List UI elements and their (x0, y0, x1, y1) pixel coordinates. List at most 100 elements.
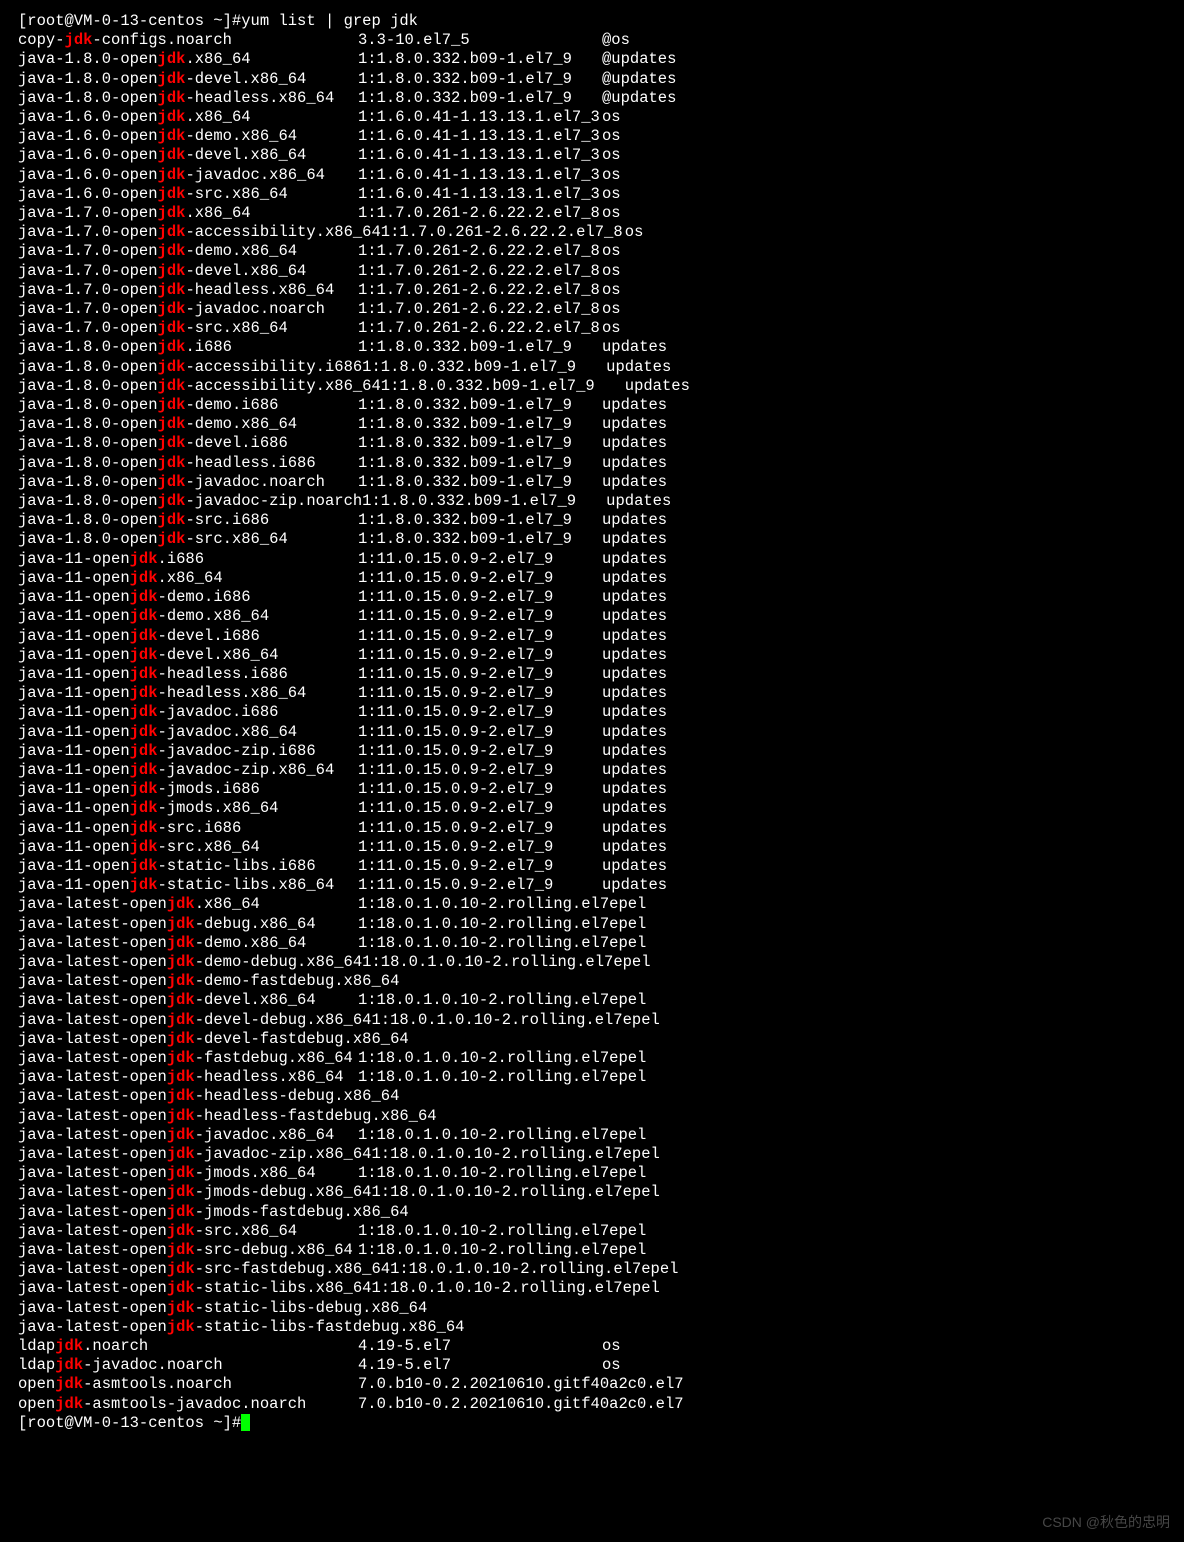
grep-highlight: jdk (167, 1087, 195, 1106)
package-repo: updates (602, 434, 667, 453)
package-version: 1:11.0.15.0.9-2.el7_9 (358, 876, 602, 895)
package-repo: epel (609, 991, 646, 1010)
package-repo: updates (602, 876, 667, 895)
package-version: 1:11.0.15.0.9-2.el7_9 (358, 703, 602, 722)
package-repo: updates (606, 358, 671, 377)
grep-highlight: jdk (55, 1337, 83, 1356)
package-name: java-1.6.0-openjdk-demo.x86_64 (18, 127, 358, 146)
package-name: java-latest-openjdk-headless.x86_64 (18, 1068, 358, 1087)
package-row: java-latest-openjdk-devel-debug.x86_641:… (18, 1011, 1166, 1030)
package-row: java-1.8.0-openjdk-accessibility.i6861:1… (18, 358, 1166, 377)
package-repo: os (602, 300, 621, 319)
grep-highlight: jdk (158, 185, 186, 204)
package-name: java-11-openjdk.i686 (18, 550, 358, 569)
package-name: java-1.6.0-openjdk-devel.x86_64 (18, 146, 358, 165)
package-version: 1:11.0.15.0.9-2.el7_9 (358, 627, 602, 646)
package-repo: updates (602, 780, 667, 799)
package-repo: updates (602, 338, 667, 357)
package-row: java-11-openjdk-static-libs.x86_641:11.0… (18, 876, 1166, 895)
command-text: yum list | grep jdk (241, 12, 418, 31)
package-repo: epel (609, 895, 646, 914)
package-version: 1:1.8.0.332.b09-1.el7_9 (358, 434, 602, 453)
grep-highlight: jdk (130, 819, 158, 838)
package-name: java-11-openjdk-javadoc.x86_64 (18, 723, 358, 742)
grep-highlight: jdk (130, 550, 158, 569)
package-name: java-1.8.0-openjdk-accessibility.i686 (18, 358, 362, 377)
package-version: 1:11.0.15.0.9-2.el7_9 (358, 742, 602, 761)
package-repo: updates (602, 607, 667, 626)
grep-highlight: jdk (167, 1279, 195, 1298)
grep-highlight: jdk (158, 530, 186, 549)
grep-highlight: jdk (130, 627, 158, 646)
package-name: java-11-openjdk-src.i686 (18, 819, 358, 838)
package-name: java-11-openjdk-headless.x86_64 (18, 684, 358, 703)
package-repo: updates (602, 838, 667, 857)
package-row: java-11-openjdk-src.i6861:11.0.15.0.9-2.… (18, 819, 1166, 838)
grep-highlight: jdk (158, 242, 186, 261)
package-version: 1:18.0.1.0.10-2.rolling.el7 (358, 1241, 609, 1260)
package-repo: updates (602, 761, 667, 780)
package-row: java-1.7.0-openjdk-devel.x86_641:1.7.0.2… (18, 262, 1166, 281)
package-row: java-latest-openjdk-static-libs.x86_641:… (18, 1279, 1166, 1298)
package-row: java-1.7.0-openjdk-demo.x86_641:1.7.0.26… (18, 242, 1166, 261)
package-version: 1:18.0.1.0.10-2.rolling.el7 (371, 1145, 622, 1164)
package-repo: os (602, 281, 621, 300)
package-repo: os (625, 223, 644, 242)
grep-highlight: jdk (158, 396, 186, 415)
package-name: java-latest-openjdk-debug.x86_64 (18, 915, 358, 934)
package-name: java-latest-openjdk-devel-debug.x86_64 (18, 1011, 371, 1030)
package-version: 1:18.0.1.0.10-2.rolling.el7 (362, 953, 613, 972)
package-row: java-11-openjdk-javadoc.x86_641:11.0.15.… (18, 723, 1166, 742)
grep-highlight: jdk (130, 876, 158, 895)
package-row: ldapjdk-javadoc.noarch4.19-5.el7os (18, 1356, 1166, 1375)
package-row: java-11-openjdk-javadoc-zip.i6861:11.0.1… (18, 742, 1166, 761)
package-row: java-1.8.0-openjdk-devel.i6861:1.8.0.332… (18, 434, 1166, 453)
package-repo: epel (613, 953, 650, 972)
package-name: java-1.8.0-openjdk-src.x86_64 (18, 530, 358, 549)
package-version: 1:11.0.15.0.9-2.el7_9 (358, 799, 602, 818)
package-version: 4.19-5.el7 (358, 1337, 602, 1356)
package-name: java-1.6.0-openjdk-javadoc.x86_64 (18, 166, 358, 185)
package-row: java-latest-openjdk-demo-debug.x86_641:1… (18, 953, 1166, 972)
grep-highlight: jdk (158, 434, 186, 453)
command-line[interactable]: [root@VM-0-13-centos ~]# (18, 1414, 1166, 1433)
package-name: java-11-openjdk-javadoc.i686 (18, 703, 358, 722)
package-repo: @os (602, 31, 630, 50)
grep-highlight: jdk (130, 780, 158, 799)
grep-highlight: jdk (130, 665, 158, 684)
package-version: 1:1.8.0.332.b09-1.el7_9 (358, 473, 602, 492)
package-version: 1:11.0.15.0.9-2.el7_9 (358, 588, 602, 607)
package-repo: os (602, 1356, 621, 1375)
package-repo: updates (602, 857, 667, 876)
package-row: java-1.8.0-openjdk-accessibility.x86_641… (18, 377, 1166, 396)
grep-highlight: jdk (130, 684, 158, 703)
grep-highlight: jdk (158, 108, 186, 127)
grep-highlight: jdk (167, 1068, 195, 1087)
package-name: java-11-openjdk-jmods.x86_64 (18, 799, 358, 818)
grep-highlight: jdk (130, 607, 158, 626)
package-row: java-11-openjdk-javadoc-zip.x86_641:11.0… (18, 761, 1166, 780)
grep-highlight: jdk (158, 454, 186, 473)
package-name: java-latest-openjdk-devel.x86_64 (18, 991, 358, 1010)
command-line: [root@VM-0-13-centos ~]# yum list | grep… (18, 12, 1166, 31)
grep-highlight: jdk (167, 1260, 195, 1279)
package-name: java-1.8.0-openjdk-demo.x86_64 (18, 415, 358, 434)
grep-highlight: jdk (130, 761, 158, 780)
package-repo: os (602, 204, 621, 223)
package-row: java-1.7.0-openjdk-javadoc.noarch1:1.7.0… (18, 300, 1166, 319)
package-repo: os (602, 108, 621, 127)
package-name: java-1.7.0-openjdk-demo.x86_64 (18, 242, 358, 261)
package-name: java-1.6.0-openjdk.x86_64 (18, 108, 358, 127)
package-version: 7.0.b10-0.2.20210610.gitf40a2c0.el7 (358, 1395, 684, 1414)
prompt: [root@VM-0-13-centos ~]# (18, 12, 241, 31)
package-name: java-latest-openjdk-src-debug.x86_64 (18, 1241, 358, 1260)
package-row: java-11-openjdk-jmods.x86_641:11.0.15.0.… (18, 799, 1166, 818)
grep-highlight: jdk (130, 569, 158, 588)
package-row: java-latest-openjdk-static-libs-fastdebu… (18, 1318, 1166, 1337)
package-name: java-latest-openjdk-demo-fastdebug.x86_6… (18, 972, 399, 991)
terminal-output[interactable]: [root@VM-0-13-centos ~]# yum list | grep… (18, 12, 1166, 1433)
package-name: java-1.8.0-openjdk-javadoc.noarch (18, 473, 358, 492)
grep-highlight: jdk (65, 31, 93, 50)
package-row: copy-jdk-configs.noarch3.3-10.el7_5@os (18, 31, 1166, 50)
grep-highlight: jdk (158, 89, 186, 108)
